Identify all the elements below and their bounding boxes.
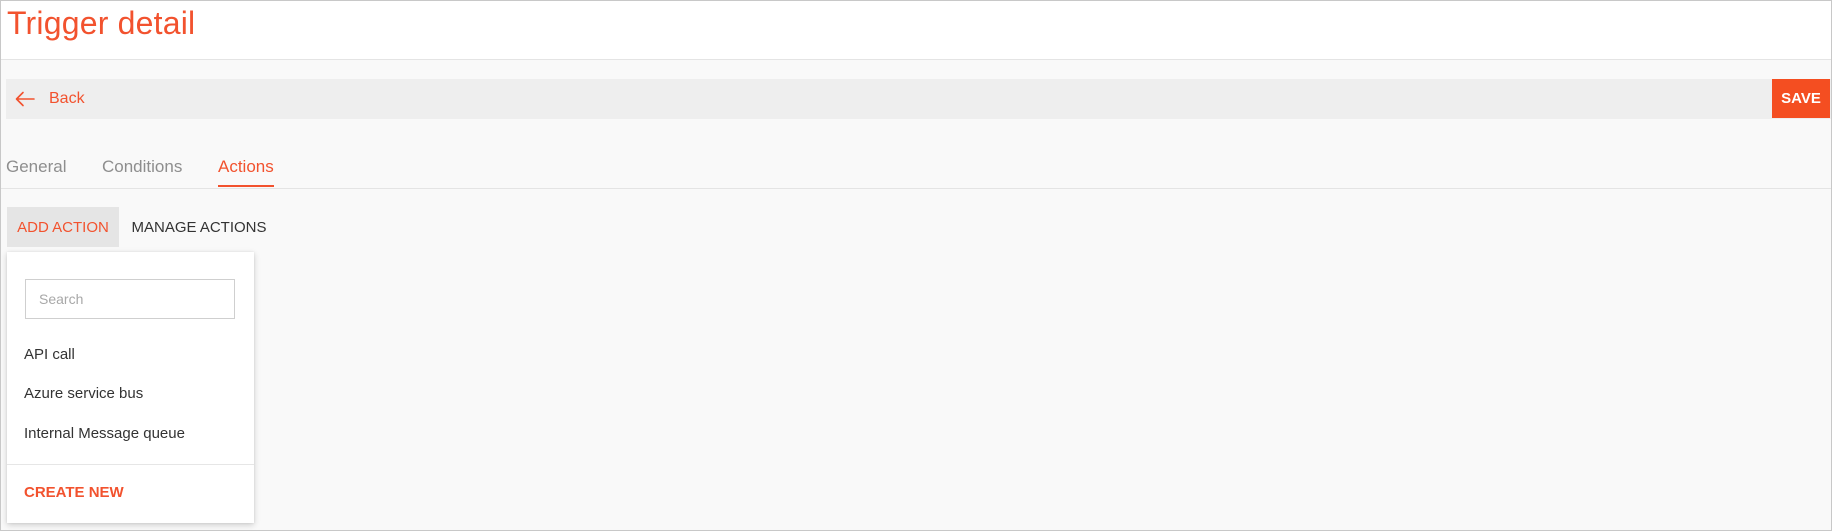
page-title: Trigger detail xyxy=(7,5,196,41)
create-new-button[interactable]: CREATE NEW xyxy=(24,484,124,501)
save-button[interactable]: SAVE xyxy=(1772,79,1830,118)
search-input[interactable] xyxy=(25,279,235,319)
manage-actions-button[interactable]: MANAGE ACTIONS xyxy=(123,207,275,247)
active-tab-indicator xyxy=(218,185,274,187)
back-link[interactable]: Back xyxy=(15,79,85,119)
tab-bar: General Conditions Actions xyxy=(1,143,1831,189)
app-window: Trigger detail Back SAVE General Conditi… xyxy=(0,0,1832,531)
page-header: Trigger detail xyxy=(1,1,1831,60)
add-action-button[interactable]: ADD ACTION xyxy=(7,207,119,247)
menu-item-api-call[interactable]: API call xyxy=(24,346,75,363)
add-action-dropdown: API call Azure service bus Internal Mess… xyxy=(7,252,254,523)
menu-item-internal-message-queue[interactable]: Internal Message queue xyxy=(24,425,185,442)
toolbar: Back SAVE xyxy=(6,79,1831,119)
tab-general[interactable]: General xyxy=(6,157,66,177)
menu-divider xyxy=(7,464,254,465)
back-label: Back xyxy=(49,90,85,107)
menu-item-azure-service-bus[interactable]: Azure service bus xyxy=(24,385,143,402)
arrow-left-icon xyxy=(15,91,35,107)
tab-conditions[interactable]: Conditions xyxy=(102,157,182,177)
tab-actions[interactable]: Actions xyxy=(218,157,274,177)
